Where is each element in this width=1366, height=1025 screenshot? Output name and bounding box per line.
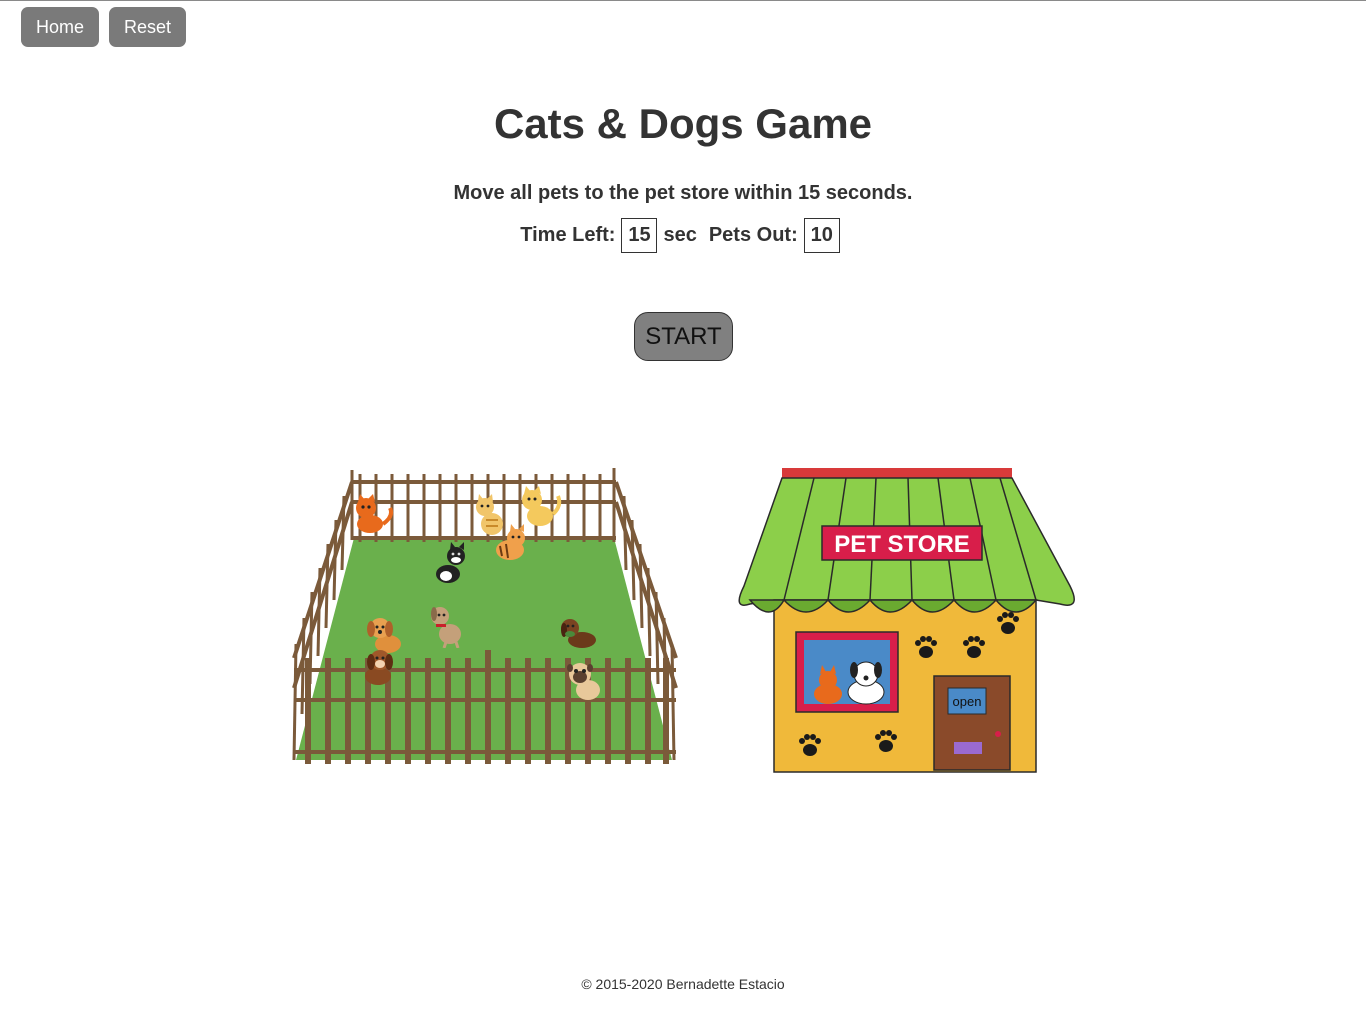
gray-dog-icon[interactable]	[424, 602, 470, 648]
dark-brown-dog-icon[interactable]	[556, 612, 602, 658]
time-left-label: Time Left:	[520, 223, 616, 246]
store-door	[933, 675, 1011, 771]
time-left-value: 15	[621, 217, 658, 253]
striped-kitten-icon[interactable]	[488, 524, 534, 570]
reset-button[interactable]: Reset	[109, 7, 187, 47]
home-button[interactable]: Home	[21, 7, 100, 47]
start-button[interactable]: START	[634, 312, 733, 361]
nav-bar: Home Reset	[21, 7, 187, 47]
black-white-cat-icon[interactable]	[430, 542, 476, 588]
pets-out-label: Pets Out:	[708, 223, 798, 246]
time-unit-label: sec	[663, 223, 697, 246]
instructions-text: Move all pets to the pet store within 15…	[453, 182, 913, 204]
footer-copyright: © 2015-2020 Bernadette Estacio	[581, 976, 785, 992]
store-window	[795, 631, 899, 713]
game-stats: Time Left: 15 sec Pets Out: 10	[0, 217, 1366, 253]
pet-store[interactable]: PET STORE open	[730, 460, 1086, 776]
store-sign-text: PET STORE	[834, 531, 970, 558]
pets-out-value: 10	[803, 217, 840, 253]
brown-puppy-icon[interactable]	[356, 644, 402, 690]
pug-icon[interactable]	[562, 658, 608, 704]
door-open-sign: open	[953, 694, 982, 709]
page-title: Cats & Dogs Game	[493, 100, 873, 147]
orange-cat-icon[interactable]	[350, 494, 396, 540]
top-divider	[0, 0, 1366, 1]
pen-grass	[296, 538, 672, 760]
